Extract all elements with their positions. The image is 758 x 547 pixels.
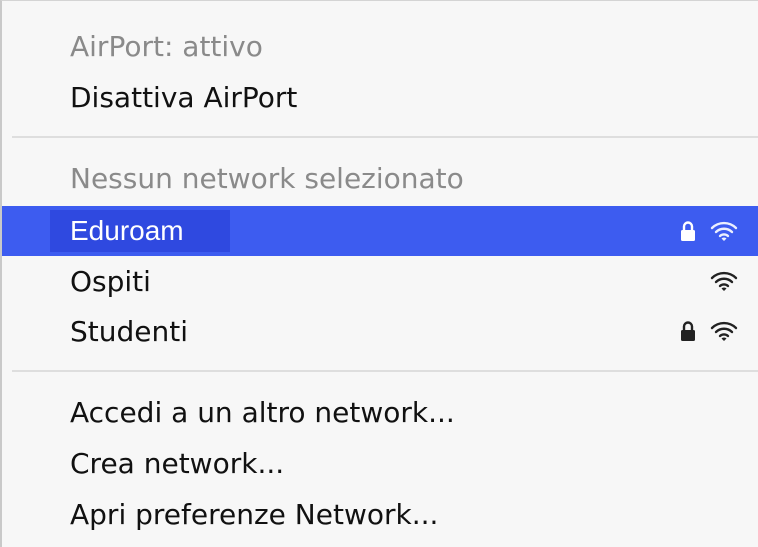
airport-status: AirPort: attivo bbox=[2, 21, 758, 71]
network-name: Eduroam bbox=[50, 210, 230, 252]
wifi-icon bbox=[710, 220, 738, 242]
network-name: Studenti bbox=[70, 314, 189, 348]
create-network-item[interactable]: Crea network... bbox=[2, 438, 758, 488]
open-network-preferences-item[interactable]: Apri preferenze Network... bbox=[2, 489, 758, 539]
airport-status-label: AirPort: attivo bbox=[70, 29, 263, 63]
lock-icon bbox=[680, 320, 696, 342]
disable-airport-item[interactable]: Disattiva AirPort bbox=[2, 72, 758, 122]
network-icons bbox=[680, 306, 738, 356]
menu-separator bbox=[12, 136, 758, 138]
join-other-network-label: Accedi a un altro network... bbox=[70, 395, 455, 429]
network-item-ospiti[interactable]: Ospiti bbox=[2, 256, 758, 306]
no-network-selected-header: Nessun network selezionato bbox=[2, 153, 758, 203]
wifi-icon bbox=[710, 320, 738, 342]
network-item-eduroam[interactable]: Eduroam bbox=[2, 206, 758, 256]
wifi-icon bbox=[710, 270, 738, 292]
join-other-network-item[interactable]: Accedi a un altro network... bbox=[2, 387, 758, 437]
network-item-studenti[interactable]: Studenti bbox=[2, 306, 758, 356]
disable-airport-label: Disattiva AirPort bbox=[70, 80, 298, 114]
lock-icon bbox=[680, 220, 696, 242]
no-network-selected-label: Nessun network selezionato bbox=[70, 161, 464, 195]
menu-separator bbox=[12, 370, 758, 372]
network-name: Ospiti bbox=[70, 264, 151, 298]
network-icons bbox=[710, 256, 738, 306]
airport-menu: AirPort: attivo Disattiva AirPort Nessun… bbox=[0, 0, 758, 547]
create-network-label: Crea network... bbox=[70, 446, 285, 480]
open-network-preferences-label: Apri preferenze Network... bbox=[70, 497, 439, 531]
network-icons bbox=[680, 206, 738, 256]
